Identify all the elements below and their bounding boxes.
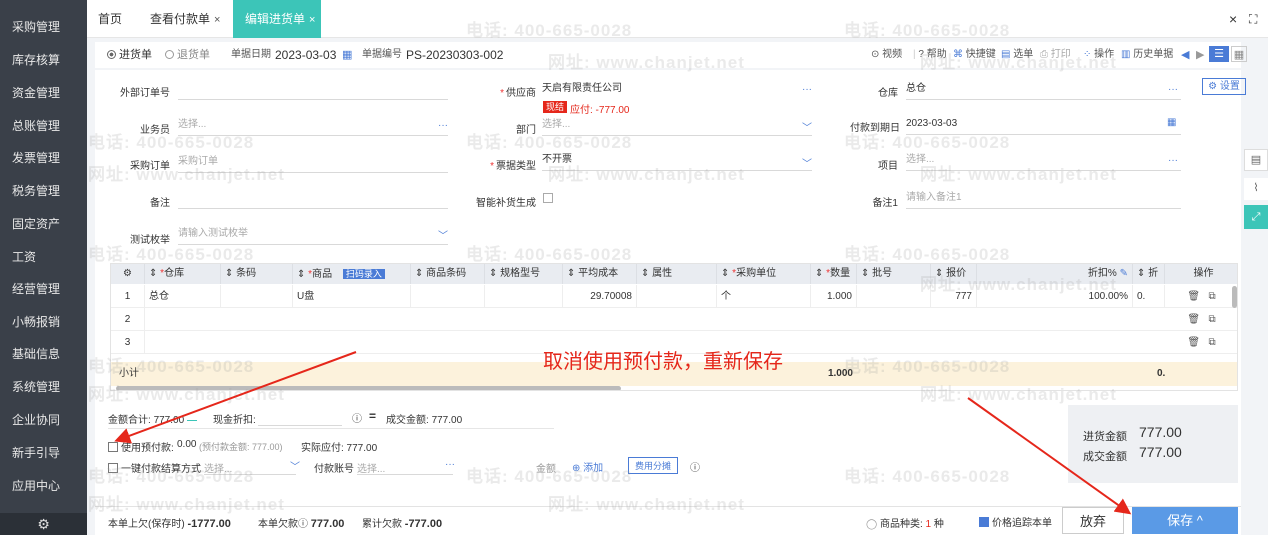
arrow-to-prepay xyxy=(114,351,357,444)
arrow-to-save xyxy=(967,397,1132,515)
annotation-arrows xyxy=(114,351,1132,515)
